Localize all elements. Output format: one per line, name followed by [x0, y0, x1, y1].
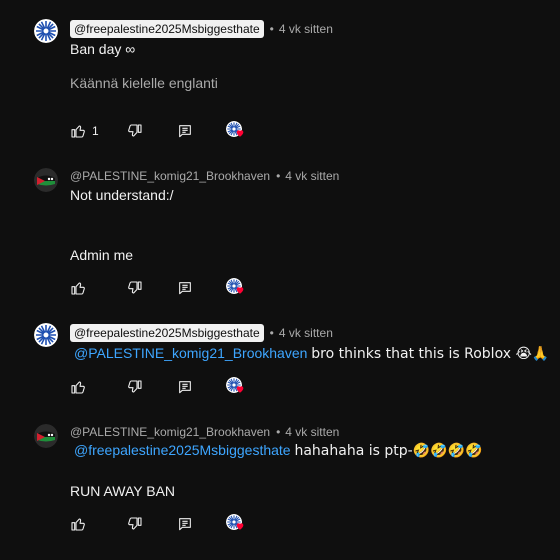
creator-heart-badge — [226, 278, 246, 298]
creator-heart-badge — [226, 514, 246, 534]
dislike-button[interactable] — [127, 278, 143, 298]
comment-header: @freepalestine2025Msbiggesthate • 4 vk s… — [70, 323, 333, 343]
avatar[interactable] — [34, 168, 58, 192]
comment-text-line: Not understand:/ — [70, 187, 174, 203]
comment-text: Ban day ∞ — [70, 41, 136, 57]
thumb-down-icon — [127, 280, 143, 296]
author-name[interactable]: @PALESTINE_komig21_Brookhaven — [70, 169, 270, 183]
comment-body: bro thinks that this is Roblox 😭🙏 — [311, 346, 550, 362]
reply-icon — [177, 379, 193, 395]
creator-heart[interactable] — [226, 514, 246, 534]
thumb-up-icon — [70, 123, 86, 139]
reply-icon — [177, 280, 193, 296]
creator-heart-badge — [226, 377, 246, 397]
comment-header: @PALESTINE_komig21_Brookhaven • 4 vk sit… — [70, 422, 339, 442]
timestamp[interactable]: 4 vk sitten — [285, 169, 339, 183]
comment-header: @freepalestine2025Msbiggesthate • 4 vk s… — [70, 19, 333, 39]
mention-link[interactable]: @freepalestine2025Msbiggesthate — [74, 442, 291, 458]
reply-icon — [177, 516, 193, 532]
mention-link[interactable]: @PALESTINE_komig21_Brookhaven — [74, 345, 307, 361]
heart-icon — [235, 128, 245, 138]
thumb-up-icon — [70, 280, 86, 296]
translate-link[interactable]: Käännä kielelle englanti — [70, 75, 218, 91]
reply-button[interactable] — [177, 121, 193, 141]
reply-button[interactable] — [177, 514, 193, 534]
flag-avatar-icon — [34, 424, 58, 448]
separator-dot: • — [269, 22, 274, 36]
comment-body: hahahaha is ptp-🤣🤣🤣🤣 — [294, 443, 483, 459]
flag-avatar-icon — [34, 168, 58, 192]
comment-text-line: Admin me — [70, 247, 134, 263]
comment: @PALESTINE_komig21_Brookhaven • 4 vk sit… — [0, 422, 560, 542]
creator-heart[interactable] — [226, 377, 246, 397]
creator-heart-badge — [226, 121, 246, 141]
reply-button[interactable] — [177, 377, 193, 397]
heart-icon — [235, 521, 245, 531]
avatar[interactable] — [34, 424, 58, 448]
comment-text: @freepalestine2025Msbiggesthate hahahaha… — [74, 442, 482, 459]
comment: @PALESTINE_komig21_Brookhaven • 4 vk sit… — [0, 166, 560, 301]
reply-icon — [177, 123, 193, 139]
author-name[interactable]: @freepalestine2025Msbiggesthate — [70, 20, 264, 38]
like-button[interactable] — [70, 377, 86, 397]
separator-dot: • — [276, 425, 281, 439]
timestamp[interactable]: 4 vk sitten — [279, 326, 333, 340]
reply-button[interactable] — [177, 278, 193, 298]
separator-dot: • — [269, 326, 274, 340]
comment: @freepalestine2025Msbiggesthate • 4 vk s… — [0, 323, 560, 403]
avatar[interactable] — [34, 323, 58, 347]
like-button[interactable]: 1 — [70, 121, 99, 141]
like-button[interactable] — [70, 278, 86, 298]
dislike-button[interactable] — [127, 514, 143, 534]
thumb-up-icon — [70, 516, 86, 532]
like-button[interactable] — [70, 514, 86, 534]
creator-heart[interactable] — [226, 278, 246, 298]
heart-icon — [235, 384, 245, 394]
creator-heart[interactable] — [226, 121, 246, 141]
separator-dot: • — [276, 169, 281, 183]
dislike-button[interactable] — [127, 377, 143, 397]
comment: @freepalestine2025Msbiggesthate • 4 vk s… — [0, 19, 560, 149]
comment-text-line: RUN AWAY BAN — [70, 483, 176, 499]
heart-icon — [235, 285, 245, 295]
comment-text: @PALESTINE_komig21_Brookhaven bro thinks… — [74, 345, 549, 362]
timestamp[interactable]: 4 vk sitten — [279, 22, 333, 36]
thumb-down-icon — [127, 123, 143, 139]
dharma-wheel-avatar-icon — [34, 323, 58, 347]
timestamp[interactable]: 4 vk sitten — [285, 425, 339, 439]
avatar[interactable] — [34, 19, 58, 43]
thumb-up-icon — [70, 379, 86, 395]
thumb-down-icon — [127, 516, 143, 532]
author-name[interactable]: @PALESTINE_komig21_Brookhaven — [70, 425, 270, 439]
author-name[interactable]: @freepalestine2025Msbiggesthate — [70, 324, 264, 342]
like-count: 1 — [92, 124, 99, 138]
thumb-down-icon — [127, 379, 143, 395]
comment-header: @PALESTINE_komig21_Brookhaven • 4 vk sit… — [70, 166, 339, 186]
dislike-button[interactable] — [127, 121, 143, 141]
dharma-wheel-avatar-icon — [34, 19, 58, 43]
